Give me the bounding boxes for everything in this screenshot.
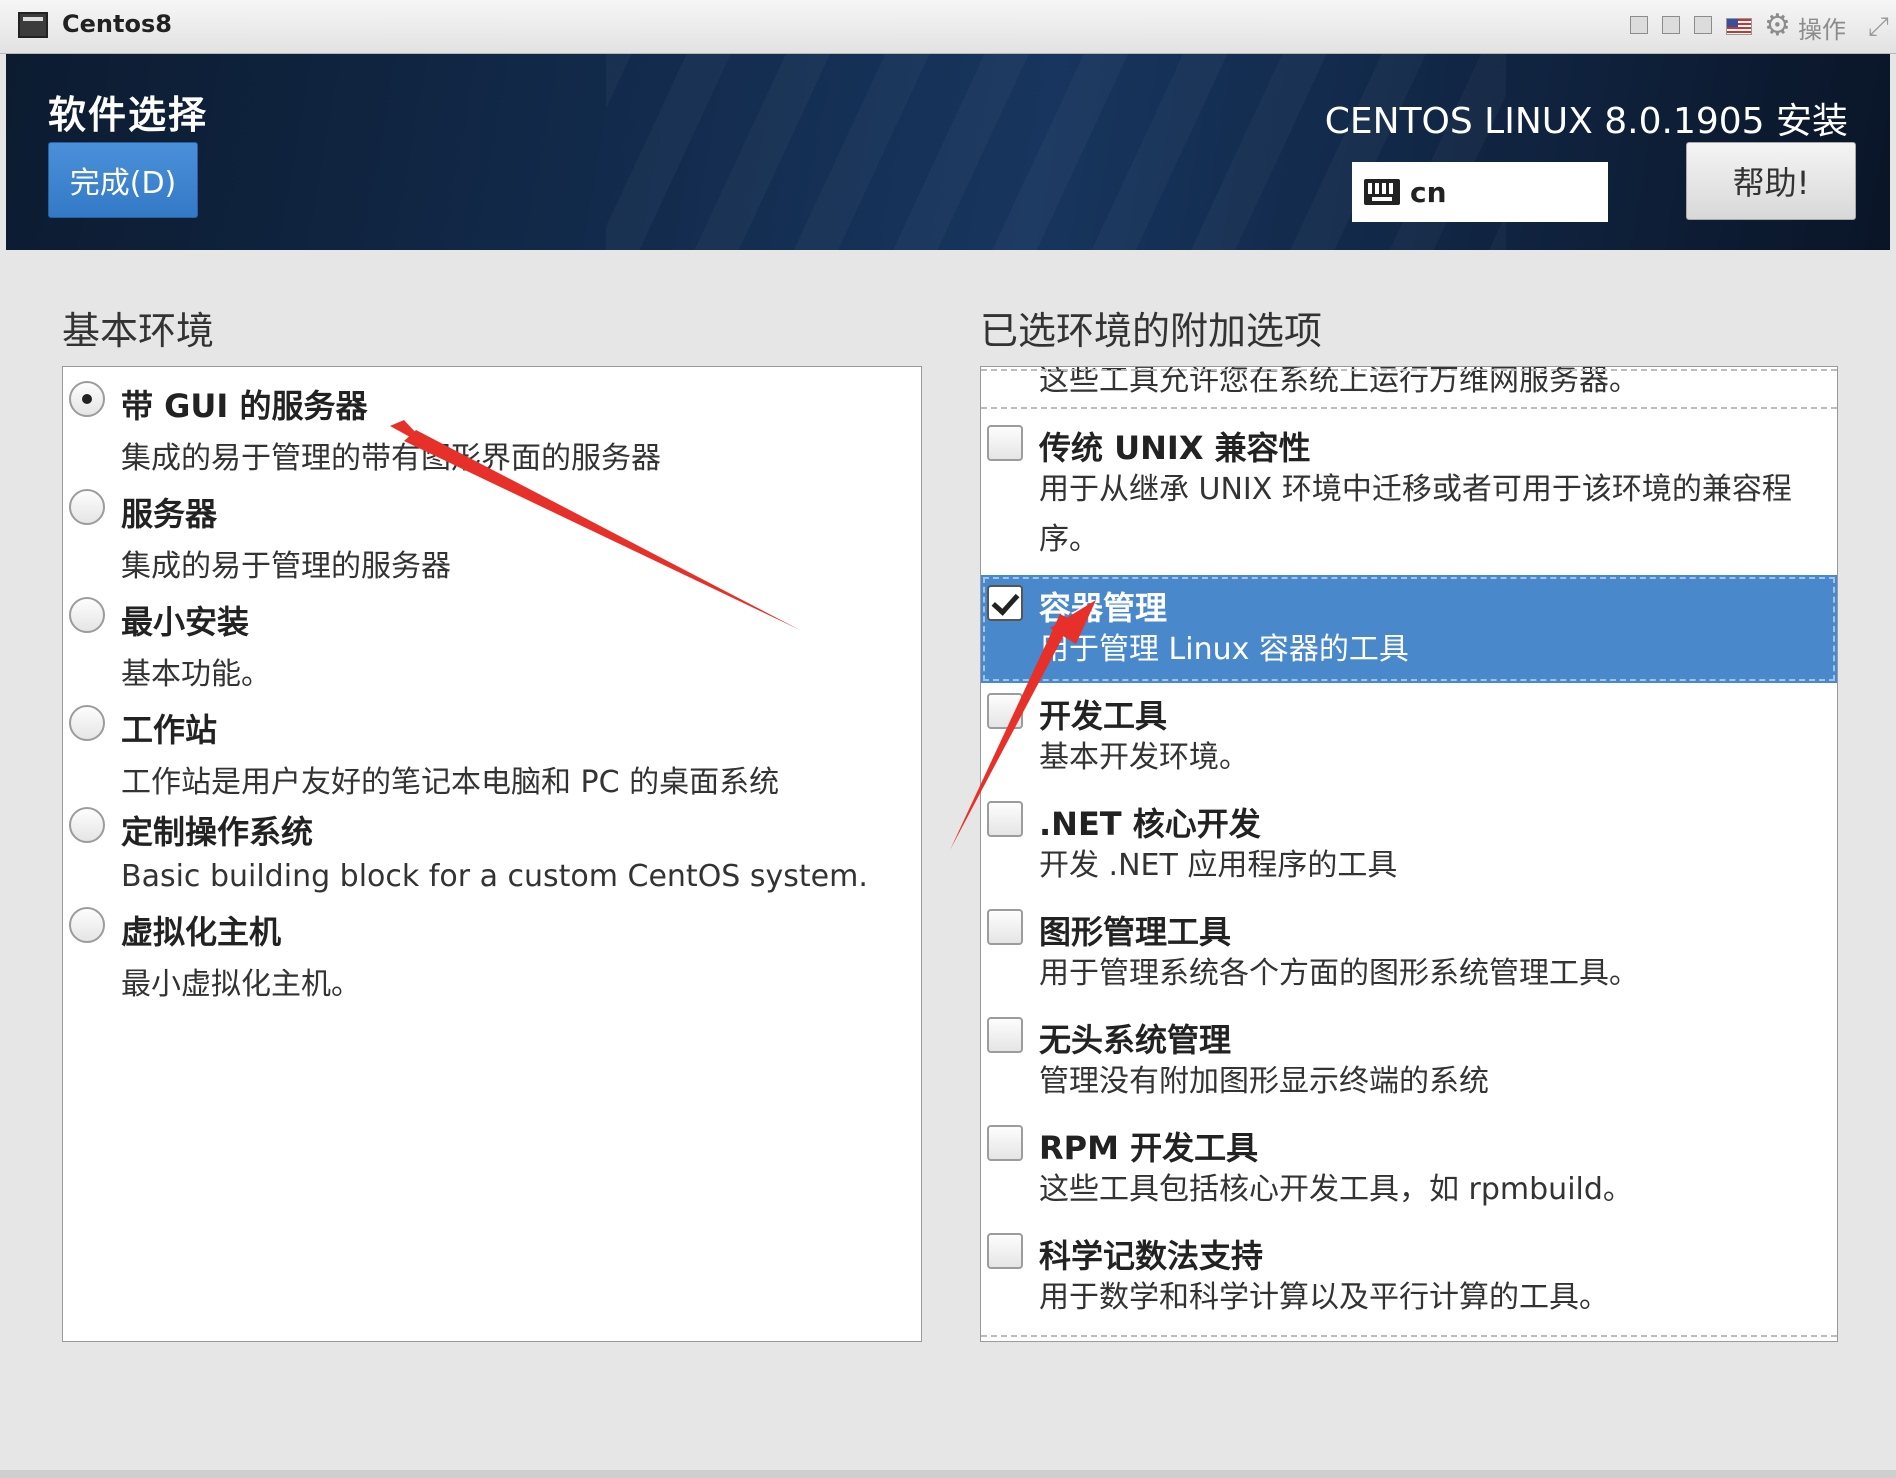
checkbox[interactable] — [987, 801, 1023, 837]
addon-item-desc: 用于从继承 UNIX 环境中迁移或者可用于该环境的兼容程序。 — [1039, 472, 1792, 557]
addon-item-desc: 用于管理 Linux 容器的工具 — [1039, 632, 1409, 667]
addons-title: 已选环境的附加选项 — [980, 309, 1323, 353]
fullscreen-icon[interactable] — [1694, 16, 1712, 34]
addon-item-name: 传统 UNIX 兼容性 — [1039, 429, 1311, 467]
checkbox[interactable] — [987, 425, 1023, 461]
divider — [981, 369, 1837, 371]
installer-header: 软件选择 完成(D) CENTOS LINUX 8.0.1905 安装 cn 帮… — [6, 54, 1890, 250]
product-title: CENTOS LINUX 8.0.1905 安装 — [1324, 101, 1848, 142]
env-item-minimal[interactable]: 最小安装 基本功能。 — [63, 589, 921, 697]
env-item-server-gui[interactable]: 带 GUI 的服务器 集成的易于管理的带有图形界面的服务器 — [63, 373, 921, 481]
env-item-name: 带 GUI 的服务器 — [121, 387, 368, 425]
env-item-desc: 基本功能。 — [121, 657, 271, 692]
vm-window-title: Centos8 — [62, 10, 172, 38]
env-item-virtualization-host[interactable]: 虚拟化主机 最小虚拟化主机。 — [63, 899, 921, 1007]
addon-item-name: 图形管理工具 — [1039, 913, 1232, 951]
keyboard-layout-label: cn — [1410, 175, 1447, 209]
gear-icon[interactable]: ⚙ — [1764, 10, 1791, 42]
addon-item-desc: 开发 .NET 应用程序的工具 — [1039, 848, 1398, 883]
env-item-desc: 集成的易于管理的服务器 — [121, 549, 451, 584]
env-item-desc: Basic building block for a custom CentOS… — [121, 859, 868, 894]
checkbox[interactable] — [987, 1017, 1023, 1053]
checkbox[interactable] — [987, 1233, 1023, 1269]
keyboard-icon — [1364, 179, 1400, 205]
addon-item-dotnet-core[interactable]: .NET 核心开发 开发 .NET 应用程序的工具 — [981, 791, 1837, 899]
flag-icon[interactable] — [1726, 18, 1752, 35]
vm-title-bar: Centos8 ⚙ 操作 ⤢ — [0, 0, 1896, 54]
radio-button[interactable] — [69, 597, 105, 633]
base-environment-list: 带 GUI 的服务器 集成的易于管理的带有图形界面的服务器 服务器 集成的易于管… — [62, 366, 922, 1342]
addon-item-desc: 这些工具包括核心开发工具，如 rpmbuild。 — [1039, 1172, 1633, 1207]
env-item-name: 虚拟化主机 — [121, 913, 282, 951]
checkbox[interactable] — [987, 1125, 1023, 1161]
addon-item-desc: 管理没有附加图形显示终端的系统 — [1039, 1064, 1489, 1099]
radio-button[interactable] — [69, 489, 105, 525]
addon-item-name: 容器管理 — [1039, 589, 1168, 627]
addon-item-name: RPM 开发工具 — [1039, 1129, 1259, 1167]
checkbox[interactable] — [987, 909, 1023, 945]
env-item-desc: 工作站是用户友好的笔记本电脑和 PC 的桌面系统 — [121, 765, 780, 800]
addon-item-legacy-unix[interactable]: 传统 UNIX 兼容性 用于从继承 UNIX 环境中迁移或者可用于该环境的兼容程… — [981, 415, 1837, 567]
radio-button[interactable] — [69, 381, 105, 417]
page-title: 软件选择 — [48, 93, 209, 137]
restore-icon[interactable] — [1662, 16, 1680, 34]
env-item-name: 工作站 — [121, 711, 218, 749]
addon-item-name: 无头系统管理 — [1039, 1021, 1232, 1059]
env-item-name: 最小安装 — [121, 603, 250, 641]
addons-list: 这些工具允许您在系统上运行万维网服务器。 传统 UNIX 兼容性 用于从继承 U… — [980, 366, 1838, 1342]
divider — [981, 1335, 1837, 1337]
addon-item-name: .NET 核心开发 — [1039, 805, 1261, 843]
minimize-icon[interactable] — [1630, 16, 1648, 34]
addon-item-name: 开发工具 — [1039, 697, 1168, 735]
addon-item-container-management[interactable]: 容器管理 用于管理 Linux 容器的工具 — [981, 575, 1837, 683]
radio-button[interactable] — [69, 907, 105, 943]
bottom-border — [0, 1470, 1896, 1478]
addon-item-scientific-support[interactable]: 科学记数法支持 用于数学和科学计算以及平行计算的工具。 — [981, 1223, 1837, 1331]
addon-item-desc: 基本开发环境。 — [1039, 740, 1249, 775]
addon-item-name: 科学记数法支持 — [1039, 1237, 1264, 1275]
checkbox[interactable] — [987, 585, 1023, 621]
addon-item-graphical-admin-tools[interactable]: 图形管理工具 用于管理系统各个方面的图形系统管理工具。 — [981, 899, 1837, 1007]
help-button[interactable]: 帮助! — [1686, 142, 1856, 220]
window-icon — [18, 12, 48, 38]
env-item-desc: 最小虚拟化主机。 — [121, 967, 361, 1002]
env-item-server[interactable]: 服务器 集成的易于管理的服务器 — [63, 481, 921, 589]
radio-button[interactable] — [69, 705, 105, 741]
keyboard-layout-indicator[interactable]: cn — [1352, 162, 1608, 222]
addon-item-desc: 用于管理系统各个方面的图形系统管理工具。 — [1039, 956, 1639, 991]
ops-menu[interactable]: 操作 — [1798, 10, 1846, 45]
env-item-name: 定制操作系统 — [121, 813, 314, 851]
env-item-desc: 集成的易于管理的带有图形界面的服务器 — [121, 441, 661, 476]
addon-item-desc: 用于数学和科学计算以及平行计算的工具。 — [1039, 1280, 1609, 1315]
base-environment-title: 基本环境 — [62, 309, 215, 353]
done-button[interactable]: 完成(D) — [48, 142, 198, 218]
addon-item-development-tools[interactable]: 开发工具 基本开发环境。 — [981, 683, 1837, 791]
env-item-name: 服务器 — [121, 495, 218, 533]
env-item-custom-os[interactable]: 定制操作系统 Basic building block for a custom… — [63, 799, 921, 907]
env-item-workstation[interactable]: 工作站 工作站是用户友好的笔记本电脑和 PC 的桌面系统 — [63, 697, 921, 805]
addon-item-headless-management[interactable]: 无头系统管理 管理没有附加图形显示终端的系统 — [981, 1007, 1837, 1115]
radio-button[interactable] — [69, 807, 105, 843]
divider — [981, 407, 1837, 409]
addon-item-rpm-development-tools[interactable]: RPM 开发工具 这些工具包括核心开发工具，如 rpmbuild。 — [981, 1115, 1837, 1223]
checkbox[interactable] — [987, 693, 1023, 729]
resize-icon[interactable]: ⤢ — [1868, 12, 1889, 42]
